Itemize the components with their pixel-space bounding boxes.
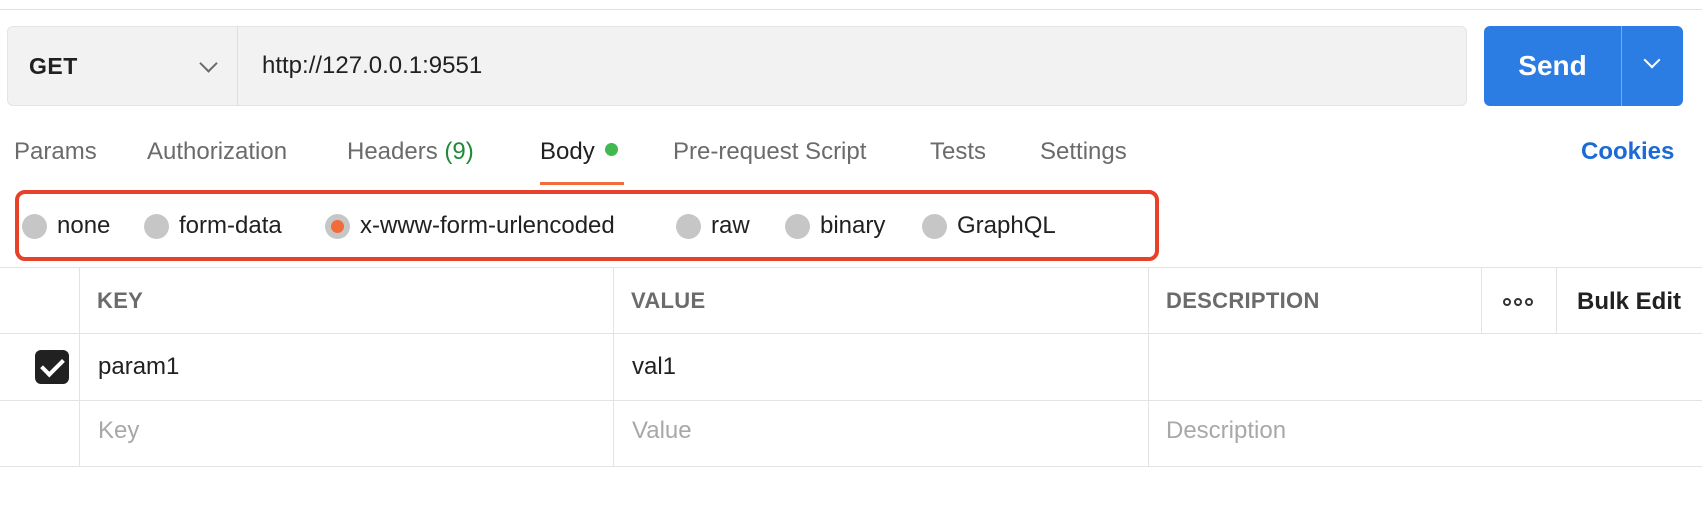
radio-label: binary: [820, 212, 886, 239]
new-value-input[interactable]: [632, 414, 1132, 448]
headers-count: (9): [444, 138, 474, 165]
table-bottom-border: [0, 466, 1702, 467]
request-bar: GET: [7, 26, 1467, 106]
method-select[interactable]: GET: [8, 27, 238, 105]
column-divider: [613, 267, 614, 467]
send-options-button[interactable]: [1621, 26, 1683, 106]
radio-label: none: [57, 212, 111, 239]
radio-binary[interactable]: binary: [785, 212, 886, 239]
tab-params[interactable]: Params: [14, 138, 97, 166]
tab-label: Body: [540, 138, 595, 165]
column-divider: [1481, 267, 1482, 333]
chevron-down-icon: [199, 54, 218, 73]
tab-label: Settings: [1040, 138, 1127, 165]
radio-circle: [785, 213, 810, 239]
column-header-description: DESCRIPTION: [1166, 288, 1320, 313]
radio-circle: [676, 213, 701, 239]
tab-pre-request-script[interactable]: Pre-request Script: [673, 138, 866, 166]
column-header-value: VALUE: [631, 288, 706, 313]
tab-tests[interactable]: Tests: [930, 138, 986, 166]
column-divider: [1148, 267, 1149, 467]
tab-label: Authorization: [147, 138, 288, 165]
tab-body[interactable]: Body: [540, 138, 618, 166]
bulk-edit-button[interactable]: Bulk Edit: [1577, 288, 1681, 316]
chevron-down-icon: [1643, 51, 1661, 69]
radio-x-www-form-urlencoded[interactable]: x-www-form-urlencoded: [325, 212, 615, 239]
row-key[interactable]: param1: [98, 353, 179, 381]
radio-circle-checked: [325, 213, 350, 239]
more-options-icon[interactable]: [1503, 298, 1533, 306]
tab-settings[interactable]: Settings: [1040, 138, 1127, 166]
column-divider: [79, 267, 80, 467]
body-status-dot: [604, 143, 618, 156]
send-button-group: Send: [1484, 26, 1683, 106]
table-top-border: [0, 267, 1702, 268]
tab-authorization[interactable]: Authorization: [147, 138, 287, 166]
radio-circle: [144, 213, 169, 239]
tab-label: Tests: [930, 138, 987, 165]
new-key-input[interactable]: [98, 414, 598, 448]
radio-label: GraphQL: [957, 212, 1056, 239]
row-value[interactable]: val1: [632, 353, 676, 381]
table-header-border: [0, 333, 1702, 334]
cookies-link[interactable]: Cookies: [1581, 138, 1674, 166]
active-tab-indicator: [540, 182, 624, 185]
radio-form-data[interactable]: form-data: [144, 212, 282, 239]
top-divider: [0, 9, 1702, 10]
url-input[interactable]: [238, 27, 1466, 105]
method-label: GET: [29, 52, 78, 79]
tab-headers[interactable]: Headers (9): [347, 138, 474, 166]
radio-raw[interactable]: raw: [676, 212, 750, 239]
radio-circle: [922, 213, 947, 239]
radio-circle: [22, 213, 47, 239]
tab-label: Params: [14, 138, 97, 165]
column-header-key: KEY: [97, 288, 144, 313]
tab-label: Headers: [347, 138, 438, 165]
new-description-input[interactable]: [1166, 414, 1666, 448]
tab-label: Pre-request Script: [673, 138, 867, 165]
radio-label: x-www-form-urlencoded: [360, 212, 615, 239]
radio-graphql[interactable]: GraphQL: [922, 212, 1056, 239]
row-enabled-checkbox[interactable]: [35, 350, 69, 384]
column-divider: [1556, 267, 1557, 333]
radio-none[interactable]: none: [22, 212, 111, 239]
radio-label: raw: [711, 212, 750, 239]
table-row-border: [0, 400, 1702, 401]
radio-label: form-data: [179, 212, 282, 239]
send-button[interactable]: Send: [1484, 26, 1621, 106]
